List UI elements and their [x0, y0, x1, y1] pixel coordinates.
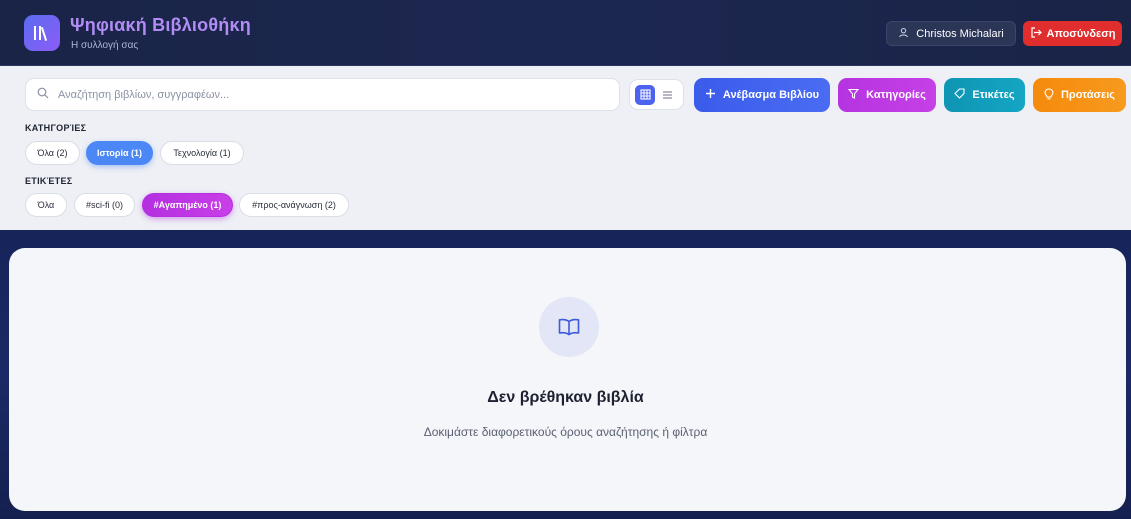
suggestions-label: Προτάσεις	[1060, 89, 1116, 101]
upload-book-button[interactable]: Ανέβασμα Βιβλίου	[694, 78, 830, 112]
logout-button[interactable]: Αποσύνδεση	[1023, 21, 1122, 46]
app-header: Ψηφιακή Βιβλιοθήκη Η συλλογή σας Christo…	[0, 0, 1131, 66]
empty-state-card	[9, 248, 1126, 511]
list-view-icon[interactable]	[658, 85, 678, 105]
tags-label: Ετικέτες	[972, 89, 1015, 101]
tag-icon	[954, 88, 965, 102]
search-icon	[37, 86, 49, 104]
user-icon	[898, 27, 909, 41]
toolbar-panel: Ανέβασμα Βιβλίου Κατηγορίες Ετικέτες Προ…	[0, 66, 1131, 230]
tag-chip-sci-fi[interactable]: #sci-fi (0)	[74, 193, 135, 217]
logout-icon	[1030, 26, 1042, 41]
tag-chip-all[interactable]: Όλα	[25, 193, 67, 217]
user-profile-button[interactable]: Christos Michalari	[886, 21, 1016, 46]
plus-icon	[705, 88, 716, 102]
tag-chip-favorite[interactable]: #Αγαπημένο (1)	[142, 193, 233, 217]
search-input[interactable]	[58, 88, 598, 101]
category-chip-technology[interactable]: Τεχνολογία (1)	[160, 141, 244, 165]
upload-book-label: Ανέβασμα Βιβλίου	[722, 89, 820, 101]
empty-state-title: Δεν βρέθηκαν βιβλία	[487, 389, 644, 406]
categories-heading: ΚΑΤΗΓΟΡΊΕΣ	[25, 123, 87, 133]
suggestions-button[interactable]: Προτάσεις	[1033, 78, 1126, 112]
category-chip-history[interactable]: Ιστορία (1)	[86, 141, 153, 165]
filter-icon	[847, 88, 860, 102]
user-name: Christos Michalari	[916, 27, 1004, 40]
empty-state-subtitle: Δοκιμάστε διαφορετικούς όρους αναζήτησης…	[423, 425, 708, 439]
open-book-icon	[539, 297, 599, 357]
tag-chip-to-read[interactable]: #προς-ανάγνωση (2)	[239, 193, 349, 217]
tags-button[interactable]: Ετικέτες	[944, 78, 1025, 112]
categories-button[interactable]: Κατηγορίες	[838, 78, 936, 112]
library-icon[interactable]	[24, 15, 60, 51]
app-title: Ψηφιακή Βιβλιοθήκη	[70, 15, 251, 35]
logout-label: Αποσύνδεση	[1046, 27, 1116, 40]
view-toggle	[629, 79, 684, 110]
app-subtitle: Η συλλογή σας	[71, 40, 139, 51]
categories-label: Κατηγορίες	[866, 89, 926, 101]
tags-heading: ΕΤΙΚΈΤΕΣ	[25, 176, 73, 186]
lightbulb-icon	[1044, 87, 1054, 103]
search-box[interactable]	[25, 78, 620, 111]
category-chip-all[interactable]: Όλα (2)	[25, 141, 80, 165]
grid-view-icon[interactable]	[635, 84, 656, 105]
